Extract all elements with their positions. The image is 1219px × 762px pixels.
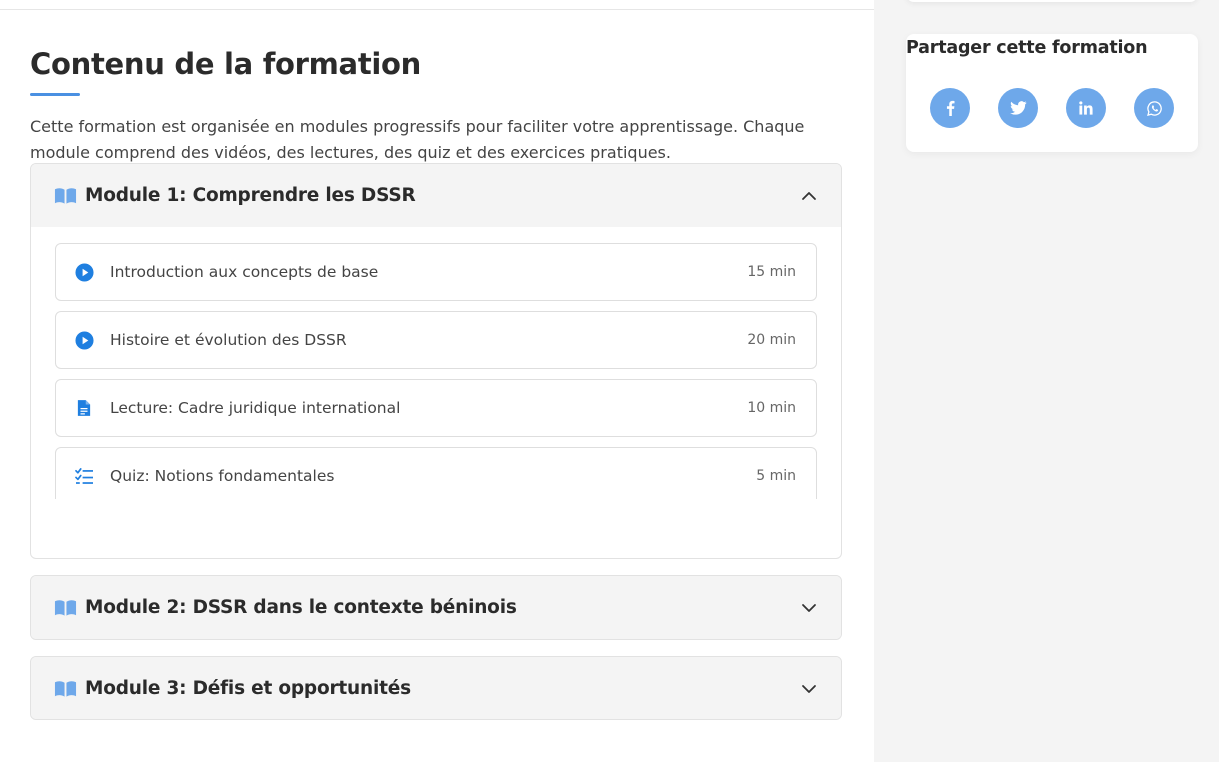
lesson-item[interactable]: Histoire et évolution des DSSR 20 min	[55, 311, 817, 369]
lesson-duration: 15 min	[747, 264, 796, 280]
module-1-accordion: Module 1: Comprendre les DSSR Introducti…	[30, 163, 842, 559]
sidebar-card-top	[906, 0, 1198, 2]
linkedin-share-button[interactable]	[1066, 88, 1106, 128]
module-1-title: Module 1: Comprendre les DSSR	[85, 185, 416, 206]
sidebar: Partager cette formation	[874, 0, 1219, 762]
lesson-duration: 5 min	[756, 468, 796, 484]
lesson-duration: 10 min	[747, 400, 796, 416]
module-2-header[interactable]: Module 2: DSSR dans le contexte béninois	[31, 576, 841, 639]
chevron-down-icon[interactable]	[801, 681, 817, 697]
document-icon	[74, 398, 94, 418]
lesson-title: Introduction aux concepts de base	[110, 263, 379, 281]
twitter-icon	[1009, 101, 1027, 115]
book-icon	[54, 680, 77, 697]
course-content-section: Contenu de la formation Cette formation …	[30, 44, 842, 166]
twitter-share-button[interactable]	[998, 88, 1038, 128]
social-buttons	[930, 88, 1174, 128]
module-1-header[interactable]: Module 1: Comprendre les DSSR	[31, 164, 841, 227]
lesson-item[interactable]: Introduction aux concepts de base 15 min	[55, 243, 817, 301]
share-card: Partager cette formation	[906, 34, 1198, 152]
module-3-title: Module 3: Défis et opportunités	[85, 678, 411, 699]
top-divider	[0, 9, 874, 10]
chevron-up-icon[interactable]	[801, 188, 817, 204]
module-3-header[interactable]: Module 3: Défis et opportunités	[31, 657, 841, 719]
lesson-item[interactable]: Quiz: Notions fondamentales 5 min	[55, 447, 817, 499]
lesson-title: Histoire et évolution des DSSR	[110, 331, 347, 349]
share-title: Partager cette formation	[906, 38, 1148, 58]
whatsapp-icon	[1146, 100, 1162, 116]
book-icon	[54, 599, 77, 616]
lesson-title: Quiz: Notions fondamentales	[110, 467, 335, 485]
checklist-icon	[74, 466, 94, 486]
facebook-share-button[interactable]	[930, 88, 970, 128]
play-circle-icon	[74, 262, 94, 282]
section-intro: Cette formation est organisée en modules…	[30, 117, 805, 162]
linkedin-icon	[1079, 101, 1093, 115]
lesson-item[interactable]: Lecture: Cadre juridique international 1…	[55, 379, 817, 437]
section-title: Contenu de la formation	[30, 47, 422, 81]
lesson-title: Lecture: Cadre juridique international	[110, 399, 401, 417]
facebook-icon	[946, 100, 954, 116]
book-icon	[54, 187, 77, 204]
module-2-title: Module 2: DSSR dans le contexte béninois	[85, 597, 517, 618]
module-1-lessons: Introduction aux concepts de base 15 min…	[55, 243, 817, 499]
title-underline	[30, 93, 80, 96]
chevron-down-icon[interactable]	[801, 600, 817, 616]
lesson-duration: 20 min	[747, 332, 796, 348]
module-2-accordion: Module 2: DSSR dans le contexte béninois	[30, 575, 842, 640]
whatsapp-share-button[interactable]	[1134, 88, 1174, 128]
play-circle-icon	[74, 330, 94, 350]
main-content: Contenu de la formation Cette formation …	[0, 0, 874, 762]
module-3-accordion: Module 3: Défis et opportunités	[30, 656, 842, 720]
